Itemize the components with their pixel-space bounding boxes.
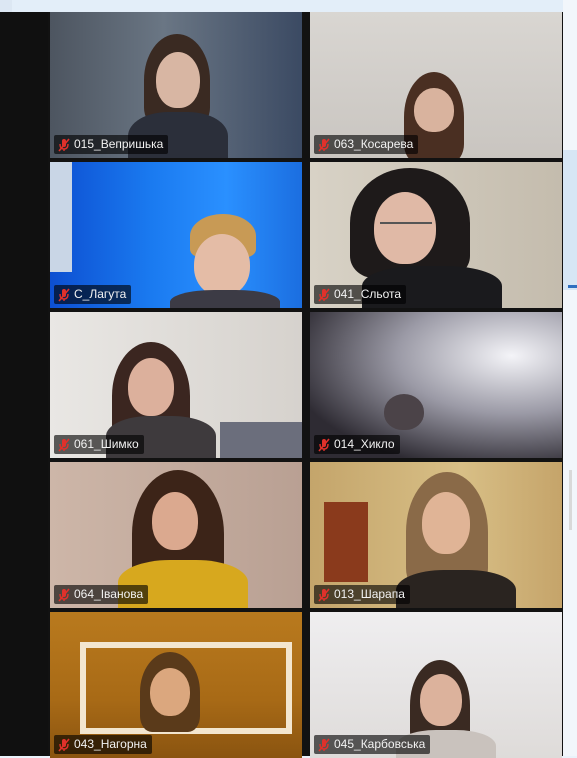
- participant-video-tile[interactable]: 041_Сльота: [310, 162, 562, 308]
- muted-mic-icon: [58, 137, 70, 152]
- participant-video-tile[interactable]: 015_Вепришька: [50, 12, 302, 158]
- muted-mic-icon: [58, 587, 70, 602]
- participant-name-tag: 045_Карбовська: [314, 735, 431, 754]
- participant-video-tile[interactable]: 061_Шимко: [50, 312, 302, 458]
- participant-face: [422, 492, 470, 554]
- participant-name: 064_Іванова: [74, 587, 144, 601]
- participant-face: [420, 674, 462, 726]
- participant-video-tile[interactable]: С_Лагута: [50, 162, 302, 308]
- background-right-band: [563, 150, 577, 290]
- door: [324, 502, 368, 582]
- participant-name-tag: 063_Косарева: [314, 135, 419, 154]
- background-left-panel: [0, 12, 48, 756]
- participant-name-tag: 015_Вепришька: [54, 135, 169, 154]
- background-right: [563, 0, 577, 756]
- participant-name: 045_Карбовська: [334, 737, 426, 751]
- window-frame: [50, 162, 72, 272]
- participant-video-tile[interactable]: 013_Шарапа: [310, 462, 562, 608]
- participant-face: [156, 52, 200, 108]
- participant-face: [150, 668, 190, 716]
- participant-video-tile[interactable]: 014_Хикло: [310, 312, 562, 458]
- participant-name: 043_Нагорна: [74, 737, 147, 751]
- muted-mic-icon: [58, 287, 70, 302]
- participant-face: [374, 192, 436, 264]
- video-conference-window: 015_Вепришька 063_Косарева С_Лагута 041_…: [48, 12, 563, 758]
- participant-name-tag: 041_Сльота: [314, 285, 407, 304]
- muted-mic-icon: [318, 737, 330, 752]
- glasses-icon: [380, 222, 432, 226]
- participant-video-tile[interactable]: 064_Іванова: [50, 462, 302, 608]
- participant-face: [384, 394, 424, 430]
- sofa: [220, 422, 302, 458]
- participant-body: [170, 290, 280, 308]
- muted-mic-icon: [318, 587, 330, 602]
- participant-name-tag: 013_Шарапа: [314, 585, 410, 604]
- participant-name: 014_Хикло: [334, 437, 395, 451]
- muted-mic-icon: [58, 437, 70, 452]
- participant-name: 061_Шимко: [74, 437, 139, 451]
- participant-name-tag: 014_Хикло: [314, 435, 400, 454]
- participant-name: 015_Вепришька: [74, 137, 164, 151]
- participant-face: [194, 234, 250, 296]
- participant-name-tag: 064_Іванова: [54, 585, 149, 604]
- participant-name: 013_Шарапа: [334, 587, 405, 601]
- participant-name-tag: 061_Шимко: [54, 435, 144, 454]
- background-top: [0, 0, 577, 12]
- muted-mic-icon: [318, 137, 330, 152]
- participant-body: [396, 570, 516, 608]
- participant-face: [414, 88, 454, 132]
- participant-name-tag: С_Лагута: [54, 285, 132, 304]
- participant-name: С_Лагута: [74, 287, 127, 301]
- muted-mic-icon: [318, 287, 330, 302]
- background-right-bracket: [569, 470, 577, 530]
- participant-name: 063_Косарева: [334, 137, 414, 151]
- participant-face: [152, 492, 198, 550]
- participant-video-tile[interactable]: 063_Косарева: [310, 12, 562, 158]
- participant-face: [128, 358, 174, 416]
- participant-name-tag: 043_Нагорна: [54, 735, 152, 754]
- participant-video-tile[interactable]: 043_Нагорна: [50, 612, 302, 758]
- participant-name: 041_Сльота: [334, 287, 402, 301]
- muted-mic-icon: [58, 737, 70, 752]
- muted-mic-icon: [318, 437, 330, 452]
- participant-video-tile[interactable]: 045_Карбовська: [310, 612, 562, 758]
- gallery-view-grid: 015_Вепришька 063_Косарева С_Лагута 041_…: [50, 12, 562, 758]
- background-right-line: [568, 285, 577, 288]
